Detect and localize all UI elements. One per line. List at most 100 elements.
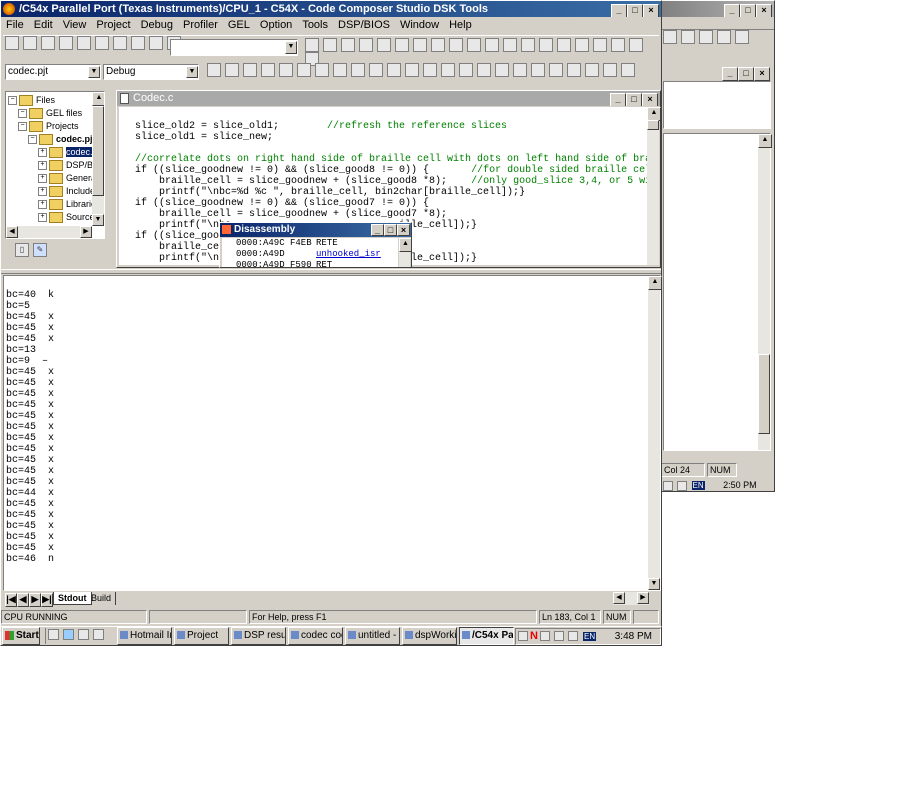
minimize-icon[interactable]: _ <box>371 224 384 236</box>
search-combo[interactable]: ▼ <box>170 39 298 56</box>
toolbar-icon[interactable] <box>395 38 409 52</box>
toolbar-icon[interactable] <box>41 36 55 50</box>
toolbar-icon[interactable] <box>95 36 109 50</box>
menu-help[interactable]: Help <box>444 19 477 31</box>
toolbar-icon[interactable] <box>243 63 257 77</box>
toolbar-icon[interactable] <box>477 63 491 77</box>
maximize-icon[interactable]: □ <box>384 224 397 236</box>
scroll-thumb[interactable] <box>758 354 770 434</box>
tool-icon[interactable] <box>735 30 749 44</box>
scroll-right-icon[interactable]: ▶ <box>80 226 92 238</box>
toolbar-icon[interactable] <box>77 36 91 50</box>
tab-build[interactable]: Build <box>87 592 117 605</box>
expand-icon[interactable]: + <box>38 213 47 223</box>
tab-last-icon[interactable]: ▶| <box>41 593 53 607</box>
language-indicator[interactable]: EN <box>583 632 597 641</box>
stdout-text[interactable]: bc=40 k bc=5 bc=45 x bc=45 x bc=45 x bc=13 bc=… <box>4 276 660 565</box>
toolbar-icon[interactable] <box>485 38 499 52</box>
menu-edit[interactable]: Edit <box>29 19 58 31</box>
menu-view[interactable]: View <box>58 19 92 31</box>
toolbar-icon[interactable] <box>369 63 383 77</box>
toolbar-icon[interactable] <box>521 38 535 52</box>
toolbar-icon[interactable] <box>539 38 553 52</box>
editor-vscroll[interactable]: ▲ <box>647 107 661 265</box>
toolbar-icon[interactable] <box>351 63 365 77</box>
toolbar-icon[interactable] <box>629 38 643 52</box>
tray-icon[interactable] <box>663 480 673 491</box>
scroll-up-icon[interactable]: ▲ <box>399 238 411 252</box>
scroll-left-icon[interactable]: ◀ <box>613 592 625 604</box>
toolbar-icon[interactable] <box>585 63 599 77</box>
bookmark-view-icon[interactable]: ✎ <box>33 243 47 257</box>
toolbar-icon[interactable] <box>567 63 581 77</box>
toolbar-icon[interactable] <box>575 38 589 52</box>
file-view-icon[interactable]: ▯ <box>15 243 29 257</box>
disassembly-listing[interactable]: 0000:A49C F4EB RETE 0000:A49D unhooked_isr 0… <box>222 238 398 267</box>
start-button[interactable]: Start <box>2 627 40 645</box>
toolbar-icon[interactable] <box>315 63 329 77</box>
menu-debug[interactable]: Debug <box>136 19 178 31</box>
close-icon[interactable]: × <box>754 67 770 81</box>
maximize-icon[interactable]: □ <box>626 93 642 106</box>
menu-dspbios[interactable]: DSP/BIOS <box>333 19 395 31</box>
tray-icon[interactable]: N <box>530 630 538 642</box>
minimize-icon[interactable]: _ <box>610 93 626 106</box>
language-indicator[interactable]: EN <box>691 481 705 490</box>
toolbar-icon[interactable] <box>323 38 337 52</box>
scroll-up-icon[interactable]: ▲ <box>647 107 661 121</box>
minimize-icon[interactable]: _ <box>611 4 627 17</box>
tree-item[interactable]: + Libraries <box>8 198 104 211</box>
toolbar-icon[interactable] <box>513 63 527 77</box>
output-vscroll[interactable]: ▲ ▼ <box>648 276 662 590</box>
toolbar-icon[interactable] <box>557 38 571 52</box>
menu-project[interactable]: Project <box>91 19 135 31</box>
toolbar-icon[interactable] <box>593 38 607 52</box>
scroll-thumb[interactable] <box>92 106 104 196</box>
taskbar-button[interactable]: dspWorki... <box>402 627 457 645</box>
menu-tools[interactable]: Tools <box>297 19 333 31</box>
speaker-icon[interactable] <box>553 631 564 642</box>
disassembly-vscroll[interactable]: ▲ <box>399 238 411 267</box>
scroll-up-icon[interactable]: ▲ <box>758 134 772 148</box>
toolbar-icon[interactable] <box>423 63 437 77</box>
toolbar-icon[interactable] <box>149 36 163 50</box>
expand-icon[interactable]: + <box>38 174 47 184</box>
quick-launch-icon[interactable] <box>78 628 89 640</box>
toolbar-icon[interactable] <box>531 63 545 77</box>
maximize-icon[interactable]: □ <box>627 4 643 17</box>
scroll-left-icon[interactable]: ◀ <box>6 226 18 238</box>
tree-item[interactable]: + codec.rcp <box>8 146 104 159</box>
toolbar-icon[interactable] <box>207 63 221 77</box>
background-vscroll[interactable]: ▲ <box>758 134 772 450</box>
quick-launch-icon[interactable] <box>93 628 104 640</box>
tool-icon[interactable] <box>699 30 713 44</box>
expand-icon[interactable]: + <box>38 161 47 171</box>
tree-item[interactable]: + Include <box>8 185 104 198</box>
tree-item[interactable]: − Files <box>8 94 104 107</box>
toolbar-icon[interactable] <box>59 36 73 50</box>
toolbar-icon[interactable] <box>297 63 311 77</box>
toolbar-icon[interactable] <box>459 63 473 77</box>
scroll-right-icon[interactable]: ▶ <box>637 592 649 604</box>
taskbar-button[interactable]: Hotmail In... <box>117 627 172 645</box>
tree-item[interactable]: − GEL files <box>8 107 104 120</box>
tab-prev-icon[interactable]: ◀ <box>17 593 29 607</box>
toolbar-icon[interactable] <box>405 63 419 77</box>
toolbar-icon[interactable] <box>621 63 635 77</box>
toolbar-icon[interactable] <box>225 63 239 77</box>
expand-icon[interactable]: − <box>18 109 27 119</box>
toolbar-icon[interactable] <box>467 38 481 52</box>
scroll-down-icon[interactable]: ▼ <box>648 578 660 590</box>
toolbar-icon[interactable] <box>449 38 463 52</box>
menu-profiler[interactable]: Profiler <box>178 19 223 31</box>
chevron-down-icon[interactable]: ▼ <box>285 41 297 54</box>
taskbar-button[interactable]: codec cod... <box>288 627 343 645</box>
tree-item[interactable]: + Generated <box>8 172 104 185</box>
tree-item[interactable]: − Projects <box>8 120 104 133</box>
browser-icon[interactable] <box>63 628 74 640</box>
close-icon[interactable]: × <box>642 93 658 106</box>
taskbar-button[interactable]: untitled - ... <box>345 627 400 645</box>
taskbar-button[interactable]: Project <box>174 627 229 645</box>
scroll-thumb[interactable] <box>647 120 659 130</box>
toolbar-icon[interactable] <box>549 63 563 77</box>
